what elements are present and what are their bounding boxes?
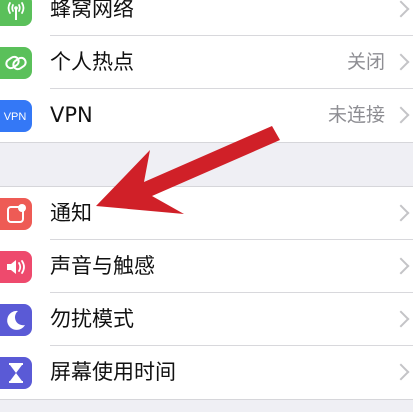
chevron-right-icon (392, 0, 410, 18)
chevron-right-icon (392, 257, 410, 275)
hotspot-link-icon (0, 47, 32, 79)
settings-group-network: 蜂窝网络 个人热点 关闭 VPN VPN 未连接 (0, 0, 413, 143)
settings-row-label: 勿扰模式 (50, 307, 134, 331)
settings-row-vpn[interactable]: VPN VPN 未连接 (0, 89, 413, 142)
speaker-icon (0, 251, 32, 283)
settings-group-notifications: 通知 声音与触感 勿扰模式 屏幕使用时间 (0, 186, 413, 400)
notifications-icon (0, 198, 32, 230)
hourglass-icon (0, 357, 32, 389)
chevron-right-icon (392, 106, 410, 124)
settings-row-label: 蜂窝网络 (50, 0, 134, 21)
settings-row-notifications[interactable]: 通知 (0, 187, 413, 240)
chevron-right-icon (392, 53, 410, 71)
settings-row-cellular[interactable]: 蜂窝网络 (0, 0, 413, 36)
settings-row-label: 通知 (50, 201, 92, 225)
antenna-icon (0, 0, 32, 26)
vpn-icon: VPN (0, 100, 32, 132)
chevron-right-icon (392, 310, 410, 328)
settings-row-label: VPN (50, 103, 93, 127)
settings-row-value: 未连接 (327, 104, 385, 126)
chevron-right-icon (392, 204, 410, 222)
chevron-right-icon (392, 363, 410, 381)
settings-row-sounds[interactable]: 声音与触感 (0, 240, 413, 293)
vpn-icon-text: VPN (4, 111, 27, 123)
settings-row-label: 声音与触感 (50, 254, 155, 278)
settings-row-do-not-disturb[interactable]: 勿扰模式 (0, 293, 413, 346)
settings-row-label: 个人热点 (50, 50, 134, 74)
settings-row-screen-time[interactable]: 屏幕使用时间 (0, 346, 413, 399)
moon-icon (0, 304, 32, 336)
settings-row-hotspot[interactable]: 个人热点 关闭 (0, 36, 413, 89)
settings-row-label: 屏幕使用时间 (50, 360, 176, 384)
settings-row-value: 关闭 (346, 51, 385, 73)
